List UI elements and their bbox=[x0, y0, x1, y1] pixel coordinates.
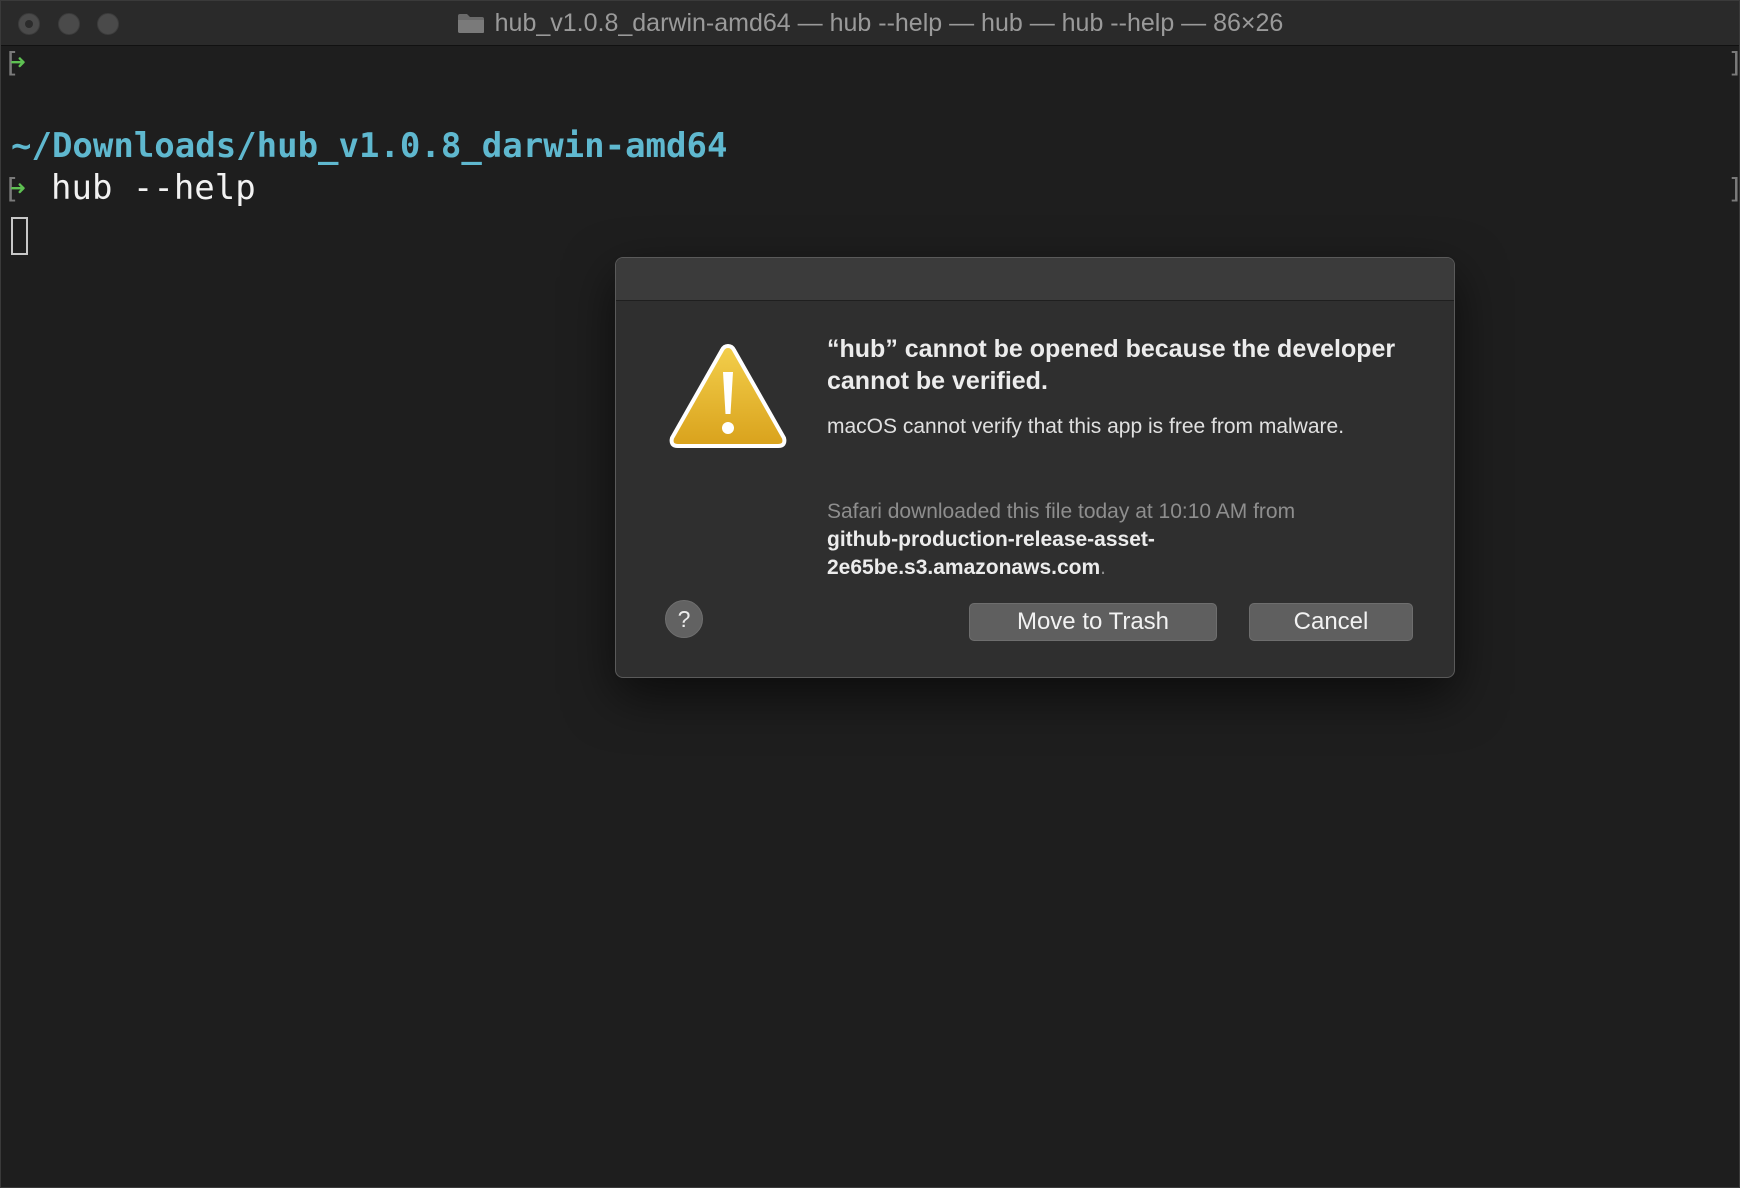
warning-triangle-icon bbox=[668, 342, 788, 450]
title-bar[interactable]: hub_v1.0.8_darwin-amd64 — hub --help — h… bbox=[1, 1, 1739, 46]
prompt-arrow-icon: ➜ bbox=[10, 174, 26, 204]
window-title: hub_v1.0.8_darwin-amd64 — hub --help — h… bbox=[494, 8, 1284, 37]
dialog-header bbox=[616, 258, 1454, 301]
line-bracket-close: ] bbox=[1727, 172, 1740, 205]
current-directory: ~/Downloads/hub_v1.0.8_darwin-amd64 bbox=[11, 126, 728, 166]
terminal-cursor bbox=[11, 217, 28, 255]
dialog-message: macOS cannot verify that this app is fre… bbox=[827, 415, 1345, 438]
line-bracket-close: ] bbox=[1727, 46, 1740, 79]
cancel-button[interactable]: Cancel bbox=[1249, 603, 1413, 641]
command-text: hub --help bbox=[51, 168, 256, 208]
window-title-container: hub_v1.0.8_darwin-amd64 — hub --help — h… bbox=[1, 1, 1739, 45]
prompt-arrow-icon: ➜ bbox=[10, 48, 26, 78]
folder-icon bbox=[457, 13, 485, 34]
download-source-period: . bbox=[1100, 556, 1106, 579]
download-source-intro: Safari downloaded this file today at 10:… bbox=[827, 500, 1296, 523]
terminal-window: hub_v1.0.8_darwin-amd64 — hub --help — h… bbox=[0, 0, 1740, 1188]
download-source: Safari downloaded this file today at 10:… bbox=[827, 498, 1427, 582]
dialog-title: “hub” cannot be opened because the devel… bbox=[827, 335, 1396, 395]
help-button[interactable]: ? bbox=[665, 600, 703, 638]
gatekeeper-alert-dialog: “hub” cannot be opened because the devel… bbox=[615, 257, 1455, 678]
move-to-trash-button[interactable]: Move to Trash bbox=[969, 603, 1217, 641]
